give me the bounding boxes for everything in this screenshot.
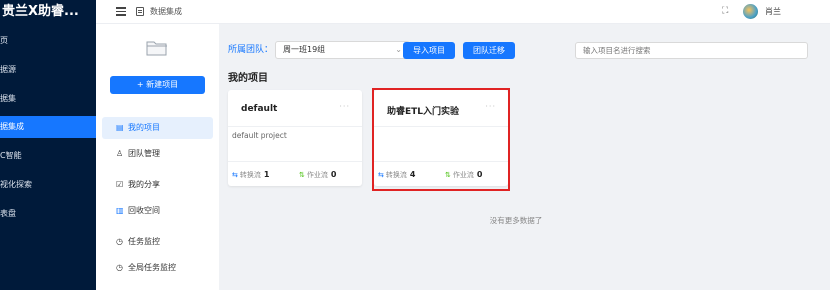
- chevron-down-icon: ⌄: [395, 45, 402, 54]
- nav-label: 回收空间: [128, 206, 160, 215]
- nav-recycle-bin[interactable]: ▥ 回收空间: [102, 200, 213, 222]
- avatar[interactable]: [743, 4, 758, 19]
- job-count: 0: [330, 170, 337, 179]
- section-title: 我的项目: [228, 73, 268, 84]
- project-icon: ▤: [116, 123, 124, 132]
- job-flow-icon: ⇅: [299, 171, 305, 179]
- document-icon: [136, 7, 144, 16]
- card-divider: [228, 161, 362, 162]
- card-title: default: [241, 104, 278, 114]
- sidebar-item-datasource[interactable]: 据源: [0, 59, 96, 81]
- no-more-data-text: 没有更多数据了: [489, 216, 543, 225]
- user-name[interactable]: 肖兰: [765, 0, 781, 24]
- nav-label: 我的项目: [128, 123, 160, 132]
- nav-label: 团队管理: [128, 149, 160, 158]
- share-icon: ☑: [116, 180, 124, 189]
- menu-toggle-icon[interactable]: [116, 7, 126, 16]
- nav-label: 任务监控: [128, 237, 160, 246]
- job-label: 作业流: [306, 171, 328, 179]
- clock-icon: ◷: [116, 263, 123, 272]
- top-header: 数据集成 ⛶ 肖兰: [96, 0, 830, 24]
- breadcrumb-title: 数据集成: [150, 7, 182, 16]
- user-icon: ♙: [116, 149, 124, 158]
- flow-count: 1: [263, 170, 270, 179]
- sidebar-item-home[interactable]: 页: [0, 30, 96, 52]
- fullscreen-icon[interactable]: ⛶: [722, 6, 728, 16]
- nav-label: 全局任务监控: [128, 263, 176, 272]
- sidebar-item-dataset[interactable]: 据集: [0, 88, 96, 110]
- folder-icon: [146, 41, 167, 56]
- trash-icon: ▥: [116, 206, 124, 215]
- team-label: 所属团队：: [228, 45, 274, 55]
- team-select-value: 周一班19组: [283, 45, 326, 54]
- flow-label: 转换流: [239, 171, 261, 179]
- team-select[interactable]: 周一班19组 ⌄: [275, 41, 410, 59]
- nav-my-projects[interactable]: ▤ 我的项目: [102, 117, 213, 139]
- project-search-input[interactable]: [575, 42, 808, 59]
- project-nav-panel: + 新建项目 ▤ 我的项目 ♙ 团队管理 ☑ 我的分享 ▥ 回收空间 ◷ 任务监控 ◷ 全局…: [96, 24, 219, 290]
- sidebar-item-visual-explore[interactable]: 视化探索: [0, 174, 96, 196]
- nav-my-shares[interactable]: ☑ 我的分享: [102, 174, 213, 196]
- clock-icon: ◷: [116, 237, 123, 246]
- nav-team-management[interactable]: ♙ 团队管理: [102, 143, 213, 165]
- import-project-button[interactable]: 导入项目: [403, 42, 455, 59]
- flow-stat: ⇆ 转换流 1: [232, 170, 269, 180]
- team-migrate-button[interactable]: 团队迁移: [463, 42, 515, 59]
- nav-label: 我的分享: [128, 180, 160, 189]
- highlight-box: [372, 88, 510, 191]
- sidebar-item-bi[interactable]: C智能: [0, 145, 96, 167]
- sidebar-item-dashboard[interactable]: 表盘: [0, 203, 96, 225]
- more-icon[interactable]: ···: [339, 102, 350, 111]
- new-project-button[interactable]: + 新建项目: [110, 76, 205, 94]
- transform-flow-icon: ⇆: [232, 171, 238, 179]
- main-content: 所属团队： 周一班19组 ⌄ 导入项目 团队迁移 我的项目 default ··…: [219, 24, 830, 290]
- nav-global-task-monitor[interactable]: ◷ 全局任务监控: [102, 257, 213, 279]
- main-sidebar: 贵兰X助睿... 页 据源 据集 据集成 C智能 视化探索 表盘: [0, 0, 96, 290]
- project-card[interactable]: default ··· default project ⇆ 转换流 1 ⇅ 作业流 0: [228, 90, 362, 186]
- brand-title: 贵兰X助睿...: [2, 4, 79, 19]
- card-description: default project: [232, 131, 287, 140]
- card-divider: [228, 126, 362, 127]
- job-stat: ⇅ 作业流 0: [299, 170, 336, 180]
- sidebar-item-data-integration[interactable]: 据集成: [0, 116, 96, 138]
- nav-task-monitor[interactable]: ◷ 任务监控: [102, 231, 213, 253]
